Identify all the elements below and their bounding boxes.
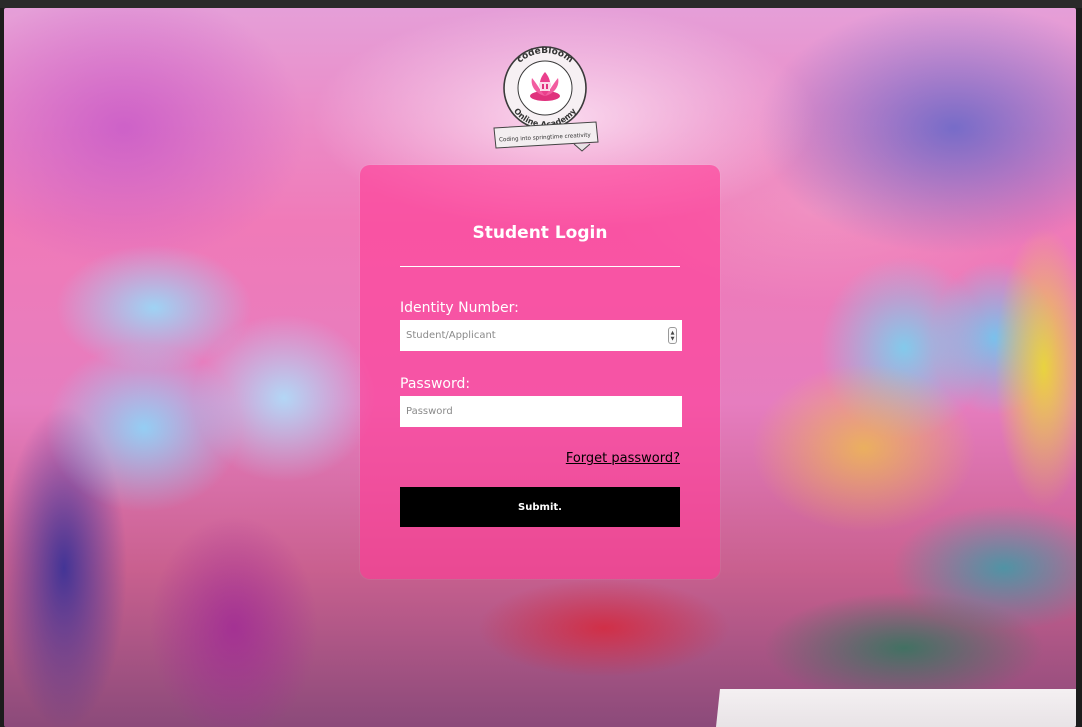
number-spinner-icon[interactable]: ▲ ▼ [668,327,677,344]
window-top-bar [0,0,1082,8]
identity-number-input[interactable] [400,320,682,351]
lotus-logo-icon: codeBloom Online Academy Coding into spr… [493,46,599,152]
submit-button[interactable]: Submit. [400,487,680,527]
password-label: Password: [400,376,471,392]
forgot-password-link[interactable]: Forget password? [566,451,680,466]
login-page: codeBloom Online Academy Coding into spr… [4,8,1076,727]
login-title: Student Login [472,223,608,243]
title-divider [400,266,680,267]
login-card: Student Login Identity Number: ▲▼ Passwo… [360,165,720,579]
background-table [716,689,1076,727]
identity-number-label: Identity Number: [400,300,519,316]
password-input[interactable] [400,396,682,427]
